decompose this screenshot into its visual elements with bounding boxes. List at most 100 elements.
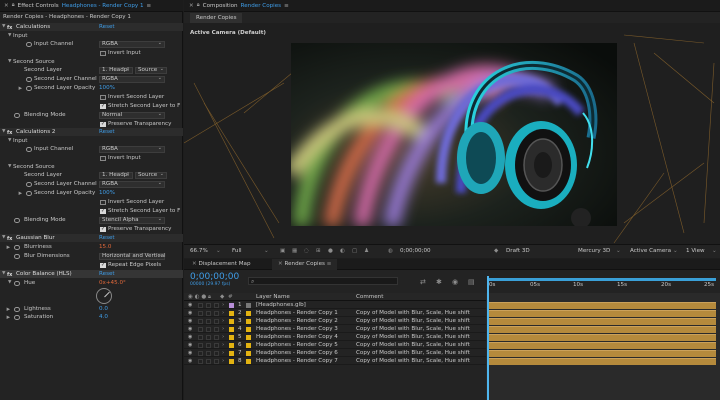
viewer-timecode[interactable]: 0;00;00;00 bbox=[400, 248, 431, 254]
layer-duration-bar[interactable] bbox=[489, 318, 716, 325]
lock-icon[interactable]: 🔒︎ bbox=[12, 2, 15, 9]
input-channel-dropdown[interactable]: RGBA bbox=[99, 41, 165, 48]
invert-input-checkbox[interactable] bbox=[100, 155, 106, 161]
audio-toggle[interactable] bbox=[198, 318, 203, 324]
close-icon[interactable]: ✕ bbox=[192, 261, 197, 267]
layer-comment[interactable]: Copy of Model with Blur, Scale, Hue shif… bbox=[356, 349, 470, 357]
chevron-right-icon[interactable]: › bbox=[222, 309, 224, 317]
table-row[interactable]: ◉ › 2 Headphones - Render Copy 1 Copy of… bbox=[184, 309, 486, 317]
stopwatch-icon[interactable] bbox=[14, 244, 20, 250]
opacity-value[interactable]: 100% bbox=[99, 189, 115, 197]
chevron-right-icon[interactable]: › bbox=[222, 349, 224, 357]
layer-name[interactable]: Headphones - Render Copy 2 bbox=[256, 317, 338, 325]
blurriness-value[interactable]: 15.0 bbox=[99, 243, 111, 251]
solo-toggle[interactable] bbox=[206, 310, 211, 316]
chevron-right-icon[interactable]: ▼ bbox=[18, 86, 26, 89]
layer-name[interactable]: Headphones - Render Copy 1 bbox=[256, 309, 338, 317]
exposure-reset-icon[interactable]: ◍ bbox=[388, 248, 393, 254]
layer-name[interactable]: Headphones - Render Copy 5 bbox=[256, 341, 338, 349]
chevron-down-icon[interactable]: ▼ bbox=[2, 128, 5, 136]
solo-toggle[interactable] bbox=[206, 358, 211, 364]
hue-dial[interactable] bbox=[96, 288, 112, 304]
snapshot-icon[interactable]: ▢ bbox=[352, 248, 357, 254]
effect-color-balance-header[interactable]: ▼ fx Color Balance (HLS) Reset bbox=[0, 270, 183, 279]
stopwatch-icon[interactable] bbox=[14, 314, 20, 320]
chevron-right-icon[interactable]: ▼ bbox=[6, 245, 14, 248]
repeat-edge-checkbox[interactable] bbox=[100, 261, 106, 269]
layer-duration-bar[interactable] bbox=[489, 326, 716, 333]
panel-menu-icon[interactable]: ≡ bbox=[284, 3, 289, 9]
graph-editor-icon[interactable]: ▤ bbox=[468, 278, 475, 286]
layer-duration-bar[interactable] bbox=[489, 310, 716, 317]
table-row[interactable]: ◉ › 3 Headphones - Render Copy 2 Copy of… bbox=[184, 317, 486, 325]
composition-target[interactable]: Render Copies bbox=[241, 3, 281, 9]
stopwatch-icon[interactable] bbox=[14, 217, 20, 223]
close-icon[interactable]: ✕ bbox=[4, 3, 9, 9]
reset-button[interactable]: Reset bbox=[99, 234, 115, 242]
label-color-swatch[interactable] bbox=[229, 342, 234, 348]
chevron-down-icon[interactable]: ▼ bbox=[2, 234, 5, 242]
tab-render-copies[interactable]: ✕ Render Copies ≡ bbox=[272, 259, 338, 270]
lock-toggle[interactable] bbox=[214, 326, 219, 332]
mask-visibility-icon[interactable]: ◌ bbox=[304, 248, 309, 254]
layer-duration-bar[interactable] bbox=[489, 342, 716, 349]
invert-second-checkbox[interactable] bbox=[100, 94, 106, 100]
layer-comment[interactable]: Copy of Model with Blur, Scale, Hue shif… bbox=[356, 309, 470, 317]
lock-toggle[interactable] bbox=[214, 318, 219, 324]
effect-controls-title[interactable]: Effect Controls bbox=[18, 3, 59, 9]
chevron-right-icon[interactable]: › bbox=[222, 341, 224, 349]
layer-name-column[interactable]: Layer Name bbox=[256, 293, 290, 301]
opacity-value[interactable]: 100% bbox=[99, 84, 115, 92]
tab-render-copies[interactable]: Render Copies bbox=[190, 13, 243, 23]
chevron-down-icon[interactable]: ⌄ bbox=[616, 248, 621, 254]
chevron-down-icon[interactable]: ▼ bbox=[2, 23, 5, 31]
effect-calculations-2-header[interactable]: ▼ fx Calculations 2 Reset bbox=[0, 128, 183, 137]
layer-name[interactable]: [Headphones.glb] bbox=[256, 301, 306, 309]
stopwatch-icon[interactable] bbox=[26, 181, 32, 187]
stopwatch-icon[interactable] bbox=[26, 76, 32, 82]
hue-value[interactable]: 0x+45.0° bbox=[99, 279, 126, 287]
eye-icon[interactable]: ◉ bbox=[188, 325, 192, 333]
chevron-right-icon[interactable]: ▼ bbox=[6, 307, 14, 310]
input-channel-dropdown[interactable]: RGBA bbox=[99, 146, 165, 153]
stopwatch-icon[interactable] bbox=[26, 41, 32, 47]
stopwatch-icon[interactable] bbox=[14, 280, 20, 286]
label-color-swatch[interactable] bbox=[229, 302, 234, 308]
effect-gaussian-blur-header[interactable]: ▼ fx Gaussian Blur Reset bbox=[0, 234, 183, 243]
layer-search-input[interactable]: ⌕ bbox=[248, 277, 398, 285]
label-color-swatch[interactable] bbox=[229, 358, 234, 364]
label-color-swatch[interactable] bbox=[229, 326, 234, 332]
chevron-down-icon[interactable]: ⌄ bbox=[264, 248, 269, 254]
table-row[interactable]: ◉ › 5 Headphones - Render Copy 4 Copy of… bbox=[184, 333, 486, 341]
invert-second-checkbox[interactable] bbox=[100, 199, 106, 205]
effect-controls-target[interactable]: Headphones - Render Copy 1 bbox=[62, 3, 144, 9]
solo-toggle[interactable] bbox=[206, 302, 211, 308]
solo-toggle[interactable] bbox=[206, 334, 211, 340]
stopwatch-icon[interactable] bbox=[26, 85, 32, 91]
table-row[interactable]: ◉ › 8 Headphones - Render Copy 7 Copy of… bbox=[184, 357, 486, 365]
eye-icon[interactable]: ◉ bbox=[188, 349, 192, 357]
second-layer-channel-dropdown[interactable]: RGBA bbox=[99, 76, 165, 83]
draft-3d-icon[interactable]: ✱ bbox=[436, 278, 442, 286]
layer-comment[interactable]: Copy of Model with Blur, Scale, Hue shif… bbox=[356, 317, 470, 325]
table-row[interactable]: ◉ › 6 Headphones - Render Copy 5 Copy of… bbox=[184, 341, 486, 349]
eye-icon[interactable]: ◉ bbox=[188, 357, 192, 365]
stretch-checkbox[interactable] bbox=[100, 207, 106, 215]
grid-guides-icon[interactable]: ⊞ bbox=[316, 248, 321, 254]
lock-toggle[interactable] bbox=[214, 342, 219, 348]
audio-toggle[interactable] bbox=[198, 326, 203, 332]
comp-mini-flowchart-icon[interactable]: ⇄ bbox=[420, 278, 426, 286]
label-color-swatch[interactable] bbox=[229, 310, 234, 316]
composition-viewer[interactable] bbox=[291, 43, 617, 226]
second-layer-source-dropdown[interactable]: Source bbox=[135, 172, 167, 179]
playhead[interactable] bbox=[487, 276, 489, 400]
preserve-checkbox[interactable] bbox=[100, 120, 106, 128]
layer-duration-bar[interactable] bbox=[489, 358, 716, 365]
timeline-timecode[interactable]: 0;00;00;00 bbox=[190, 272, 239, 282]
chevron-right-icon[interactable]: › bbox=[222, 333, 224, 341]
work-area-bar[interactable] bbox=[489, 278, 716, 281]
stopwatch-icon[interactable] bbox=[26, 146, 32, 152]
layer-comment[interactable]: Copy of Model with Blur, Scale, Hue shif… bbox=[356, 357, 470, 365]
chevron-right-icon[interactable]: ▼ bbox=[6, 315, 14, 318]
stretch-checkbox[interactable] bbox=[100, 102, 106, 110]
